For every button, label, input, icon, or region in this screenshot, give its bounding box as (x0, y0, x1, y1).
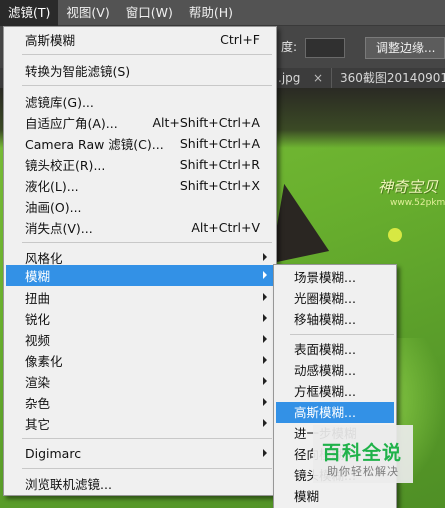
menu-item-sharpen[interactable]: 锐化 (6, 308, 274, 329)
submenu-item-iris-blur[interactable]: 光圈模糊... (276, 288, 394, 309)
menu-item-liquify[interactable]: 液化(L)... Shift+Ctrl+X (6, 175, 274, 196)
baike-watermark-logo: 百科全说 助你轻松解决 (313, 425, 413, 483)
submenu-arrow-icon (263, 253, 267, 261)
menu-item-pixelate[interactable]: 像素化 (6, 350, 274, 371)
submenu-item-blur[interactable]: 模糊 (276, 486, 394, 507)
submenu-arrow-icon (263, 293, 267, 301)
submenu-arrow-icon (263, 377, 267, 385)
submenu-arrow-icon (263, 398, 267, 406)
menu-bar: 滤镜(T) 视图(V) 窗口(W) 帮助(H) (0, 0, 445, 26)
adjust-edge-button[interactable]: 调整边缘... (365, 37, 445, 59)
menu-item-oil-paint[interactable]: 油画(O)... (6, 196, 274, 217)
menu-item-vanishing-point[interactable]: 消失点(V)... Alt+Ctrl+V (6, 217, 274, 238)
menu-separator (22, 242, 272, 243)
submenu-arrow-icon (263, 335, 267, 343)
submenu-item-surface-blur[interactable]: 表面模糊... (276, 339, 394, 360)
menu-item-convert-smart-filter[interactable]: 转换为智能滤镜(S) (6, 60, 274, 81)
menu-separator (290, 334, 394, 335)
menu-separator (22, 85, 272, 86)
close-icon[interactable]: × (313, 68, 327, 88)
menu-window[interactable]: 窗口(W) (118, 0, 181, 26)
menu-item-render[interactable]: 渲染 (6, 371, 274, 392)
feather-input[interactable] (305, 38, 345, 58)
submenu-arrow-icon (263, 419, 267, 427)
baike-logo-subtitle: 助你轻松解决 (327, 465, 399, 478)
menu-item-gaussian-blur-last[interactable]: 高斯模糊 Ctrl+F (6, 29, 274, 50)
menu-item-noise[interactable]: 杂色 (6, 392, 274, 413)
menu-item-filter-gallery[interactable]: 滤镜库(G)... (6, 91, 274, 112)
submenu-item-gaussian-blur[interactable]: 高斯模糊... (276, 402, 394, 423)
menu-item-camera-raw[interactable]: Camera Raw 滤镜(C)... Shift+Ctrl+A (6, 133, 274, 154)
menu-help[interactable]: 帮助(H) (181, 0, 241, 26)
submenu-arrow-icon (263, 314, 267, 322)
submenu-item-box-blur[interactable]: 方框模糊... (276, 381, 394, 402)
submenu-item-motion-blur[interactable]: 动感模糊... (276, 360, 394, 381)
menu-item-distort[interactable]: 扭曲 (6, 287, 274, 308)
menu-view[interactable]: 视图(V) (58, 0, 117, 26)
menu-item-adaptive-wide-angle[interactable]: 自适应广角(A)... Alt+Shift+Ctrl+A (6, 112, 274, 133)
menu-item-browse-filters-online[interactable]: 浏览联机滤镜... (6, 473, 274, 494)
menu-item-video[interactable]: 视频 (6, 329, 274, 350)
menu-separator (22, 468, 272, 469)
feather-label: 度: (281, 40, 298, 54)
menu-filter[interactable]: 滤镜(T) (0, 0, 59, 26)
canvas-watermark-url: www.52pkm.com (390, 198, 445, 208)
canvas-watermark-title: 神奇宝贝 (378, 178, 439, 196)
menu-item-other[interactable]: 其它 (6, 413, 274, 434)
filter-dropdown-menu: 高斯模糊 Ctrl+F 转换为智能滤镜(S) 滤镜库(G)... 自适应广角(A… (3, 26, 277, 496)
submenu-arrow-icon (263, 271, 267, 279)
submenu-arrow-icon (263, 356, 267, 364)
submenu-item-tilt-shift[interactable]: 移轴模糊... (276, 309, 394, 330)
document-tab-2[interactable]: 360截图201409011 (331, 68, 445, 88)
menu-item-lens-correction[interactable]: 镜头校正(R)... Shift+Ctrl+R (6, 154, 274, 175)
submenu-arrow-icon (263, 449, 267, 457)
submenu-item-field-blur[interactable]: 场景模糊... (276, 267, 394, 288)
menu-item-blur[interactable]: 模糊 (6, 265, 274, 286)
menu-separator (22, 54, 272, 55)
baike-logo-title: 百科全说 (322, 442, 403, 464)
canvas-leaf (388, 228, 402, 242)
menu-separator (22, 438, 272, 439)
menu-item-digimarc[interactable]: Digimarc (6, 443, 274, 464)
